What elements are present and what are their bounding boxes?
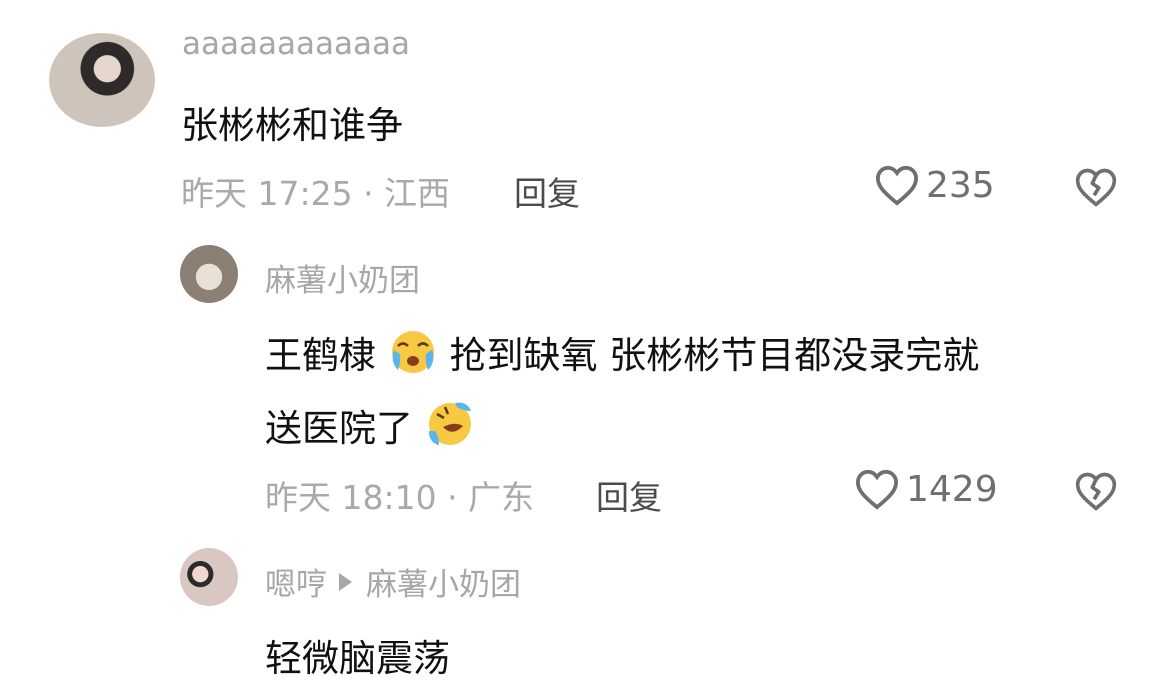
- comment-meta: 昨天 17:25 · 江西: [181, 174, 451, 213]
- comment-username[interactable]: 嗯哼: [265, 567, 327, 603]
- broken-heart-icon[interactable]: [1074, 166, 1118, 208]
- comment-text-part: 王鹤棣: [265, 334, 376, 377]
- comment-text: 轻微脑震荡: [265, 637, 450, 680]
- like-count: 1429: [906, 468, 998, 510]
- comment-text-line1: 王鹤棣 抢到缺氧 张彬彬节目都没录完就: [265, 325, 979, 379]
- avatar[interactable]: [180, 548, 238, 606]
- comment-text: 张彬彬和谁争: [181, 104, 403, 147]
- comment-text-part: 送医院了: [265, 407, 413, 450]
- comment-text-line2: 送医院了: [265, 398, 475, 452]
- comment-meta: 昨天 18:10 · 广东: [265, 478, 535, 517]
- play-arrow-icon: [339, 573, 352, 591]
- broken-heart-icon[interactable]: [1074, 470, 1118, 512]
- reply-to-username[interactable]: 麻薯小奶团: [366, 567, 521, 603]
- crying-face-emoji: [391, 331, 434, 373]
- like-count: 235: [926, 164, 995, 206]
- comment-username[interactable]: aaaaaaaaaaaa: [182, 26, 410, 62]
- heart-outline-icon: [875, 165, 919, 206]
- reply-button[interactable]: 回复: [514, 167, 580, 215]
- comment-text-part: 抢到缺氧 张彬彬节目都没录完就: [449, 334, 980, 377]
- heart-outline-icon: [855, 469, 899, 510]
- reply-button[interactable]: 回复: [596, 471, 662, 519]
- like-button[interactable]: 1429: [854, 468, 998, 510]
- comment-username[interactable]: 麻薯小奶团: [265, 255, 420, 300]
- avatar[interactable]: [49, 33, 155, 127]
- comment-username-row: 嗯哼 麻薯小奶团: [265, 559, 521, 604]
- like-button[interactable]: 235: [874, 164, 995, 206]
- rolling-laughing-emoji: [428, 402, 471, 445]
- avatar[interactable]: [180, 245, 238, 303]
